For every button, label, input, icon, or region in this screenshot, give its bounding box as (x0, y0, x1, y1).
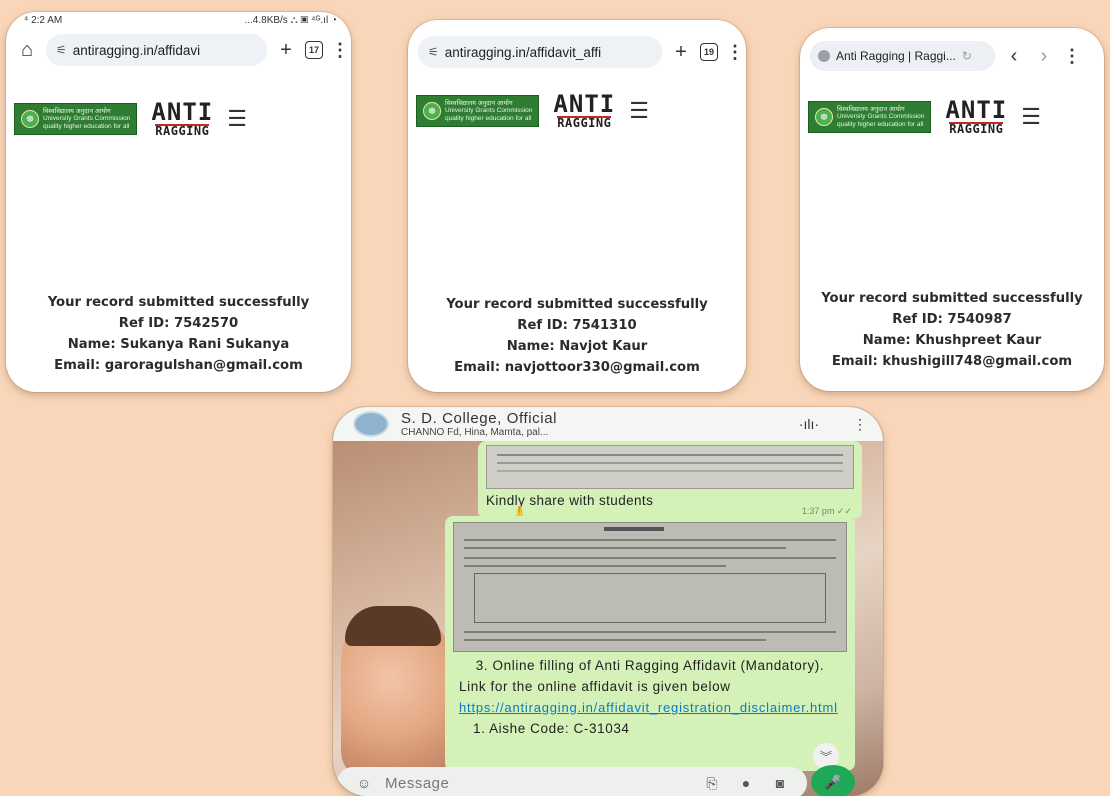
message-input[interactable]: ☺ Message ⎘ ● ◙ (337, 767, 807, 796)
applicant-email: Email: garoragulshan@gmail.com (54, 358, 303, 373)
browser-tab[interactable]: Anti Ragging | Raggi... ↻ (810, 41, 995, 71)
applicant-name: Name: Navjot Kaur (506, 339, 648, 354)
chat-header: S. D. College, Official CHANNO Fd, Hina,… (333, 407, 883, 441)
ugc-emblem-icon: ☸ (21, 110, 39, 129)
more-menu-icon[interactable]: ⋮ (1063, 46, 1081, 67)
ugc-logo[interactable]: ☸ विश्वविद्यालय अनुदान आयोग University G… (14, 103, 138, 136)
browser-toolbar: Anti Ragging | Raggi... ↻ ‹ › ⋮ (800, 34, 1104, 78)
ugc-emblem-icon: ☸ (423, 102, 441, 121)
message-bubble[interactable]: 3. Online filling of Anti Ragging Affida… (445, 516, 855, 771)
home-icon[interactable]: ⌂ (16, 39, 38, 62)
more-menu-icon[interactable]: ⋮ (853, 416, 867, 433)
message-placeholder: Message (385, 774, 450, 792)
success-message: Your record submitted successfully (47, 295, 310, 310)
ref-id: Ref ID: 7541310 (517, 318, 637, 333)
status-bar: ⁴ 2:2 AM ...4.8KB/s ⛬ ▣ ⁴ᴳ.ıl ◔ (6, 12, 351, 28)
url-text: antiragging.in/affidavi (72, 42, 201, 58)
chat-members: CHANNO Fd, Hina, Mamta, pal... (401, 427, 549, 438)
site-header: ☸ विश्वविद्यालय अनुदान आयोग University G… (800, 98, 1104, 135)
back-icon[interactable]: ‹ (1003, 45, 1025, 68)
status-icons: ...4.8KB/s ⛬ ▣ ⁴ᴳ.ıl ◔ (244, 14, 337, 26)
ugc-emblem-icon: ☸ (815, 108, 833, 127)
applicant-email: Email: khushigill748@gmail.com (831, 354, 1073, 369)
camera-icon[interactable]: ◙ (767, 775, 793, 791)
status-time: ⁴ 2:2 AM (24, 14, 63, 26)
message-bubble[interactable]: Kindly share with students 1:37 pm ✓✓ (478, 441, 862, 519)
tab-title: Anti Ragging | Raggi... (836, 49, 956, 63)
screenshot-card-2: ⚟ antiragging.in/affidavit_affi + 19 ⋮ ☸… (408, 20, 746, 392)
applicant-name: Name: Khushpreet Kaur (862, 333, 1042, 348)
success-message: Your record submitted successfully (446, 297, 708, 312)
ugc-logo[interactable]: ☸ विश्वविद्यालय अनुदान आयोग University G… (808, 101, 932, 134)
chat-name: S. D. College, Official (401, 410, 558, 427)
anti-ragging-logo[interactable]: ANTI RAGGING (945, 98, 1007, 134)
submission-confirmation: Your record submitted successfully Ref I… (800, 288, 1104, 372)
ugc-logo[interactable]: ☸ विश्वविद्यालय अनुदान आयोग University G… (416, 95, 540, 128)
ref-id: Ref ID: 7540987 (892, 312, 1012, 327)
new-tab-icon[interactable]: + (275, 39, 297, 62)
anti-ragging-logo[interactable]: ANTI RAGGING (553, 92, 615, 128)
hamburger-menu-icon[interactable]: ☰ (629, 98, 649, 124)
browser-toolbar: ⚟ antiragging.in/affidavit_affi + 19 ⋮ (408, 30, 746, 74)
group-avatar[interactable] (353, 411, 389, 437)
new-tab-icon[interactable]: + (670, 41, 692, 64)
reload-icon[interactable]: ↻ (962, 49, 972, 63)
aishe-code: 1. Aishe Code: C-31034 (473, 721, 630, 736)
notice-image[interactable] (453, 522, 847, 652)
affidavit-link[interactable]: https://antiragging.in/affidavit_registr… (459, 700, 841, 715)
hamburger-menu-icon[interactable]: ☰ (1021, 104, 1041, 130)
attach-icon[interactable]: ⎘ (699, 775, 725, 792)
site-header: ☸ विश्वविद्यालय अनुदान आयोग University G… (6, 100, 351, 137)
forward-icon[interactable]: › (1033, 45, 1055, 68)
submission-confirmation: Your record submitted successfully Ref I… (6, 292, 351, 376)
more-menu-icon[interactable]: ⋮ (726, 42, 744, 63)
applicant-name: Name: Sukanya Rani Sukanya (67, 337, 290, 352)
message-body: Link for the online affidavit is given b… (459, 679, 731, 694)
mic-button[interactable]: 🎤 (811, 765, 855, 796)
emoji-icon[interactable]: ☺ (351, 775, 377, 791)
site-favicon-icon (818, 50, 830, 62)
more-menu-icon[interactable]: ⋮ (331, 40, 349, 61)
tab-switcher-button[interactable]: 19 (700, 43, 718, 61)
site-settings-icon[interactable]: ⚟ (428, 45, 439, 59)
site-header: ☸ विश्वविद्यालय अनुदान आयोग University G… (408, 92, 746, 129)
submission-confirmation: Your record submitted successfully Ref I… (408, 294, 746, 378)
success-message: Your record submitted successfully (821, 291, 1083, 306)
address-bar[interactable]: ⚟ antiragging.in/affidavit_affi (418, 36, 662, 68)
ref-id: Ref ID: 7542570 (118, 316, 239, 331)
tab-switcher-button[interactable]: 17 (305, 41, 323, 59)
site-settings-icon[interactable]: ⚟ (56, 43, 67, 57)
voice-call-icon[interactable]: ·ılı· (799, 416, 819, 432)
hamburger-menu-icon[interactable]: ☰ (227, 106, 247, 132)
anti-ragging-logo[interactable]: ANTI RAGGING (151, 100, 213, 136)
message-heading: 3. Online filling of Anti Ragging Affida… (475, 658, 825, 673)
browser-toolbar: ⌂ ⚟ antiragging.in/affidavi + 17 ⋮ (6, 28, 351, 72)
whatsapp-chat-screenshot: S. D. College, Official CHANNO Fd, Hina,… (333, 407, 883, 796)
document-image[interactable] (486, 445, 854, 489)
url-text: antiragging.in/affidavit_affi (444, 44, 602, 60)
rupee-icon[interactable]: ● (733, 775, 759, 791)
applicant-email: Email: navjottoor330@gmail.com (454, 360, 700, 375)
message-text: Kindly share with students (486, 493, 654, 508)
screenshot-card-3: Anti Ragging | Raggi... ↻ ‹ › ⋮ ☸ विश्वव… (800, 28, 1104, 391)
address-bar[interactable]: ⚟ antiragging.in/affidavi (46, 34, 267, 66)
screenshot-card-1: ⁴ 2:2 AM ...4.8KB/s ⛬ ▣ ⁴ᴳ.ıl ◔ ⌂ ⚟ anti… (6, 12, 351, 392)
